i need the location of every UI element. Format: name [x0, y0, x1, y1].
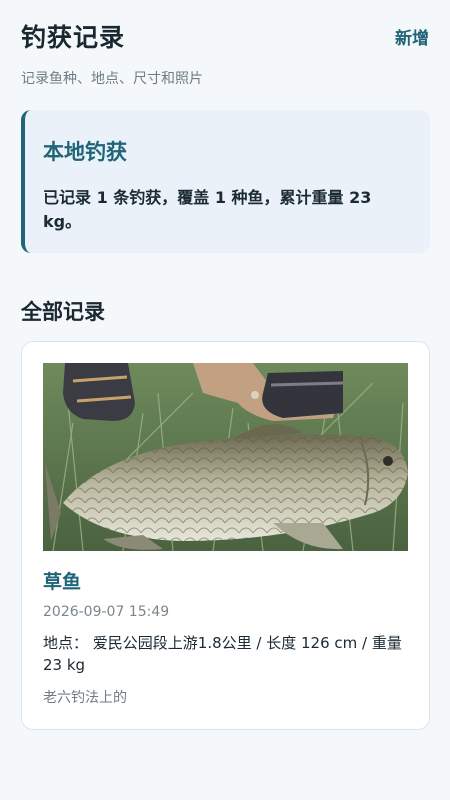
sandal-left	[63, 363, 135, 421]
summary-card: 本地钓获 已记录 1 条钓获，覆盖 1 种鱼，累计重量 23 kg。	[21, 110, 430, 253]
catch-photo	[43, 363, 408, 551]
catch-log-screen: 钓获记录 新增 记录鱼种、地点、尺寸和照片 本地钓获 已记录 1 条钓获，覆盖 …	[0, 0, 450, 800]
header: 钓获记录 新增	[21, 16, 429, 56]
section-title: 全部记录	[21, 300, 105, 324]
catch-time: 2026-09-07 15:49	[43, 604, 170, 620]
summary-title: 本地钓获	[43, 140, 127, 164]
catch-note: 老六钓法上的	[43, 690, 127, 706]
summary-text: 已记录 1 条钓获，覆盖 1 种鱼，累计重量 23 kg。	[43, 188, 372, 231]
page-subtitle: 记录鱼种、地点、尺寸和照片	[21, 71, 203, 87]
add-record-button[interactable]: 新增	[395, 20, 429, 53]
fish-species: 草鱼	[43, 571, 82, 593]
page-title: 钓获记录	[21, 23, 126, 52]
catch-detail: 地点： 爱民公园段上游1.8公里 / 长度 126 cm / 重量 23 kg	[43, 634, 402, 674]
catch-record-card[interactable]: 草鱼 2026-09-07 15:49 地点： 爱民公园段上游1.8公里 / 长…	[21, 341, 430, 730]
